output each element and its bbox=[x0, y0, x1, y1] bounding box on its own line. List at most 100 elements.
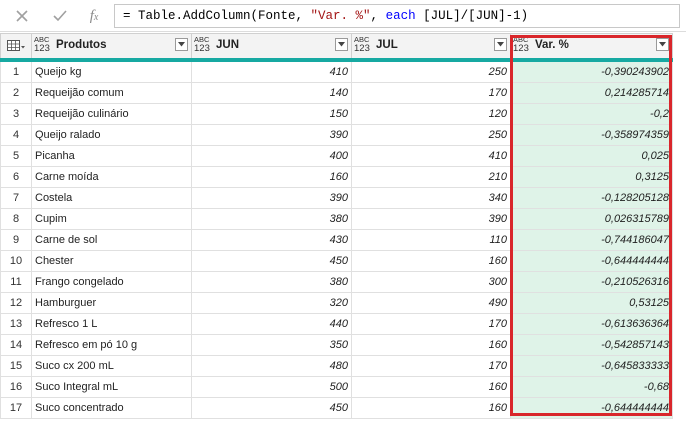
row-number[interactable]: 3 bbox=[0, 103, 32, 125]
filter-dropdown-icon[interactable] bbox=[494, 38, 507, 51]
cell-produto[interactable]: Picanha bbox=[31, 145, 192, 167]
column-header-jun[interactable]: ABC 123 JUN bbox=[191, 33, 352, 62]
cell-jun[interactable]: 440 bbox=[191, 313, 352, 335]
table-row[interactable]: 17 Suco concentrado 450 160 -0,644444444 bbox=[0, 397, 673, 419]
cell-jul[interactable]: 160 bbox=[351, 397, 511, 419]
table-row[interactable]: 13 Refresco 1 L 440 170 -0,613636364 bbox=[0, 313, 673, 335]
filter-dropdown-icon[interactable] bbox=[335, 38, 348, 51]
cell-jul[interactable]: 490 bbox=[351, 292, 511, 314]
cell-var[interactable]: -0,744186047 bbox=[510, 229, 673, 251]
row-number[interactable]: 16 bbox=[0, 376, 32, 398]
cell-produto[interactable]: Refresco em pó 10 g bbox=[31, 334, 192, 356]
row-number[interactable]: 5 bbox=[0, 145, 32, 167]
table-menu-button[interactable] bbox=[0, 33, 32, 62]
cell-jul[interactable]: 160 bbox=[351, 250, 511, 272]
table-row[interactable]: 14 Refresco em pó 10 g 350 160 -0,542857143 bbox=[0, 334, 673, 356]
cell-var[interactable]: -0,2 bbox=[510, 103, 673, 125]
cell-jun[interactable]: 450 bbox=[191, 397, 352, 419]
cell-produto[interactable]: Requeijão comum bbox=[31, 82, 192, 104]
column-header-jul[interactable]: ABC 123 JUL bbox=[351, 33, 511, 62]
cell-jul[interactable]: 120 bbox=[351, 103, 511, 125]
cell-jul[interactable]: 250 bbox=[351, 124, 511, 146]
cell-jun[interactable]: 350 bbox=[191, 334, 352, 356]
close-icon[interactable] bbox=[10, 4, 34, 28]
cell-jun[interactable]: 430 bbox=[191, 229, 352, 251]
table-row[interactable]: 12 Hamburguer 320 490 0,53125 bbox=[0, 292, 673, 314]
cell-produto[interactable]: Queijo kg bbox=[31, 59, 192, 83]
column-header-produtos[interactable]: ABC 123 Produtos bbox=[31, 33, 192, 62]
row-number[interactable]: 2 bbox=[0, 82, 32, 104]
cell-jul[interactable]: 170 bbox=[351, 82, 511, 104]
row-number[interactable]: 15 bbox=[0, 355, 32, 377]
cell-jun[interactable]: 150 bbox=[191, 103, 352, 125]
cell-var[interactable]: -0,644444444 bbox=[510, 397, 673, 419]
cell-jul[interactable]: 410 bbox=[351, 145, 511, 167]
cell-produto[interactable]: Suco concentrado bbox=[31, 397, 192, 419]
row-number[interactable]: 6 bbox=[0, 166, 32, 188]
cell-var[interactable]: 0,3125 bbox=[510, 166, 673, 188]
table-row[interactable]: 8 Cupim 380 390 0,026315789 bbox=[0, 208, 673, 230]
cell-produto[interactable]: Carne de sol bbox=[31, 229, 192, 251]
check-icon[interactable] bbox=[48, 4, 72, 28]
cell-var[interactable]: -0,128205128 bbox=[510, 187, 673, 209]
cell-var[interactable]: -0,210526316 bbox=[510, 271, 673, 293]
row-number[interactable]: 13 bbox=[0, 313, 32, 335]
fx-icon[interactable]: fx bbox=[82, 4, 106, 28]
cell-jun[interactable]: 380 bbox=[191, 271, 352, 293]
formula-input[interactable]: = Table.AddColumn(Fonte, "Var. %", each … bbox=[114, 4, 680, 28]
cell-jun[interactable]: 480 bbox=[191, 355, 352, 377]
row-number[interactable]: 10 bbox=[0, 250, 32, 272]
table-row[interactable]: 2 Requeijão comum 140 170 0,214285714 bbox=[0, 82, 673, 104]
cell-var[interactable]: -0,644444444 bbox=[510, 250, 673, 272]
cell-jul[interactable]: 390 bbox=[351, 208, 511, 230]
cell-var[interactable]: -0,358974359 bbox=[510, 124, 673, 146]
cell-var[interactable]: -0,390243902 bbox=[510, 59, 673, 83]
cell-jul[interactable]: 210 bbox=[351, 166, 511, 188]
column-header-var[interactable]: ABC 123 Var. % bbox=[510, 33, 673, 62]
row-number[interactable]: 4 bbox=[0, 124, 32, 146]
row-number[interactable]: 12 bbox=[0, 292, 32, 314]
cell-jun[interactable]: 380 bbox=[191, 208, 352, 230]
table-row[interactable]: 9 Carne de sol 430 110 -0,744186047 bbox=[0, 229, 673, 251]
cell-jun[interactable]: 400 bbox=[191, 145, 352, 167]
row-number[interactable]: 17 bbox=[0, 397, 32, 419]
cell-produto[interactable]: Costela bbox=[31, 187, 192, 209]
cell-var[interactable]: -0,613636364 bbox=[510, 313, 673, 335]
table-row[interactable]: 5 Picanha 400 410 0,025 bbox=[0, 145, 673, 167]
table-row[interactable]: 16 Suco Integral mL 500 160 -0,68 bbox=[0, 376, 673, 398]
row-number[interactable]: 11 bbox=[0, 271, 32, 293]
row-number[interactable]: 8 bbox=[0, 208, 32, 230]
cell-produto[interactable]: Frango congelado bbox=[31, 271, 192, 293]
cell-var[interactable]: -0,542857143 bbox=[510, 334, 673, 356]
cell-jun[interactable]: 390 bbox=[191, 124, 352, 146]
filter-dropdown-icon[interactable] bbox=[656, 38, 669, 51]
table-row[interactable]: 7 Costela 390 340 -0,128205128 bbox=[0, 187, 673, 209]
table-row[interactable]: 15 Suco cx 200 mL 480 170 -0,645833333 bbox=[0, 355, 673, 377]
cell-produto[interactable]: Suco cx 200 mL bbox=[31, 355, 192, 377]
row-number[interactable]: 7 bbox=[0, 187, 32, 209]
cell-var[interactable]: 0,026315789 bbox=[510, 208, 673, 230]
cell-jul[interactable]: 160 bbox=[351, 334, 511, 356]
cell-var[interactable]: -0,645833333 bbox=[510, 355, 673, 377]
table-row[interactable]: 11 Frango congelado 380 300 -0,210526316 bbox=[0, 271, 673, 293]
cell-produto[interactable]: Requeijão culinário bbox=[31, 103, 192, 125]
cell-jun[interactable]: 140 bbox=[191, 82, 352, 104]
cell-jul[interactable]: 250 bbox=[351, 59, 511, 83]
cell-produto[interactable]: Queijo ralado bbox=[31, 124, 192, 146]
cell-jun[interactable]: 160 bbox=[191, 166, 352, 188]
cell-var[interactable]: 0,025 bbox=[510, 145, 673, 167]
cell-jul[interactable]: 340 bbox=[351, 187, 511, 209]
table-row[interactable]: 4 Queijo ralado 390 250 -0,358974359 bbox=[0, 124, 673, 146]
cell-jun[interactable]: 320 bbox=[191, 292, 352, 314]
cell-jun[interactable]: 450 bbox=[191, 250, 352, 272]
table-row[interactable]: 3 Requeijão culinário 150 120 -0,2 bbox=[0, 103, 673, 125]
cell-produto[interactable]: Hamburguer bbox=[31, 292, 192, 314]
cell-jul[interactable]: 160 bbox=[351, 376, 511, 398]
cell-var[interactable]: -0,68 bbox=[510, 376, 673, 398]
cell-produto[interactable]: Chester bbox=[31, 250, 192, 272]
cell-jul[interactable]: 300 bbox=[351, 271, 511, 293]
cell-jul[interactable]: 110 bbox=[351, 229, 511, 251]
cell-produto[interactable]: Cupim bbox=[31, 208, 192, 230]
cell-produto[interactable]: Carne moída bbox=[31, 166, 192, 188]
cell-var[interactable]: 0,214285714 bbox=[510, 82, 673, 104]
